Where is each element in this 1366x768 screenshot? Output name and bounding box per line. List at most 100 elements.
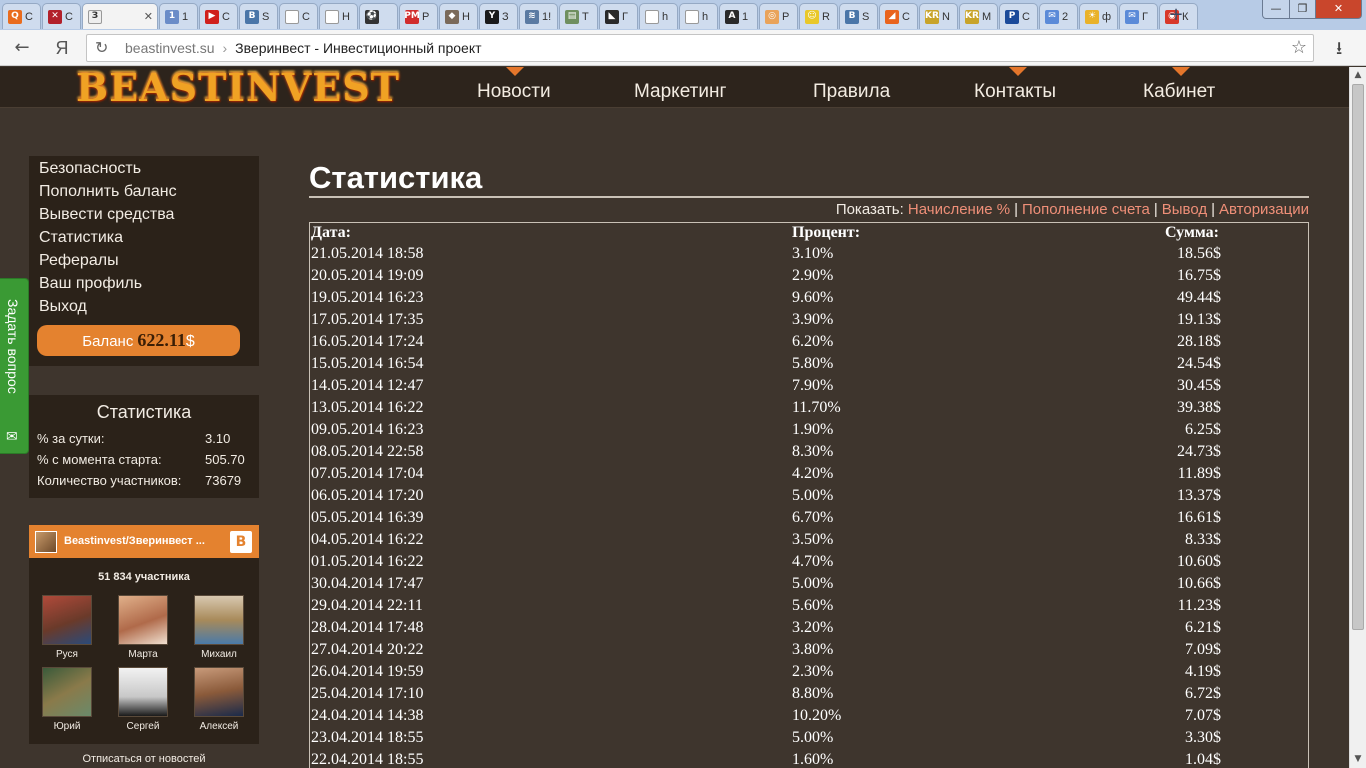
vk-group-avatar[interactable] <box>35 531 57 553</box>
filter-link-1[interactable]: Начисление % <box>908 201 1010 218</box>
yandex-button[interactable]: Я <box>50 36 74 60</box>
vk-members-count[interactable]: 51 834 участника <box>29 571 259 589</box>
browser-tab[interactable]: ✕ С <box>42 3 81 29</box>
vk-member[interactable]: Сергей <box>113 667 173 732</box>
tab-title: С <box>1022 10 1030 23</box>
browser-tab-strip: Q С ✕ С З ✕ 1 1 ▶ С В S С Н ⚽ PM Р ◆ Н Y З ≋ 1! ▤ Т ◣ Гh h A 1 ◎ Р ☺ R В S ◢… <box>0 0 1366 30</box>
vk-member-photo[interactable] <box>194 667 244 717</box>
vk-member-photo[interactable] <box>118 667 168 717</box>
browser-tab[interactable]: KR M <box>959 3 998 29</box>
vk-member-name[interactable]: Алексей <box>189 721 249 732</box>
table-header: Дата: Процент: Сумма: <box>310 223 1308 244</box>
vk-member-name[interactable]: Руся <box>37 649 97 660</box>
vk-member-name[interactable]: Михаил <box>189 649 249 660</box>
vk-member-photo[interactable] <box>42 595 92 645</box>
browser-tab[interactable]: ☺ R <box>799 3 838 29</box>
vk-member-photo[interactable] <box>194 595 244 645</box>
filter-link-3[interactable]: Вывод <box>1162 201 1207 218</box>
scrollbar-thumb[interactable] <box>1352 84 1364 630</box>
maximize-button[interactable]: ❐ <box>1289 0 1316 19</box>
table-body: 21.05.2014 18:58 3.10% 18.56$ 20.05.2014 19… <box>310 244 1308 768</box>
browser-tab[interactable]: ВS <box>839 3 878 29</box>
nav-link-2[interactable]: Маркетинг <box>634 81 726 103</box>
browser-tab[interactable]: ◎ Р <box>759 3 798 29</box>
vk-member[interactable]: Юрий <box>37 667 97 732</box>
scroll-down-arrow-icon[interactable]: ▼ <box>1350 751 1366 768</box>
browser-tab[interactable]: ▶ С <box>199 3 238 29</box>
stats-row: % за сутки: 3.10 <box>29 428 259 449</box>
vk-member-name[interactable]: Сергей <box>113 721 173 732</box>
bookmark-star-icon[interactable]: ☆ <box>1291 37 1307 58</box>
vk-member-name[interactable]: Марта <box>113 649 173 660</box>
account-menu-item[interactable]: Пополнить баланс <box>39 181 259 204</box>
vk-logo-icon[interactable]: В <box>230 531 252 553</box>
browser-tab[interactable]: KR N <box>919 3 958 29</box>
row-sum: 11.23$ <box>1177 597 1221 614</box>
browser-tab[interactable]: З ✕ <box>82 3 158 29</box>
browser-tab[interactable]: ◢ С <box>879 3 918 29</box>
site-logo[interactable]: BEASTINVEST <box>76 67 400 110</box>
browser-tab[interactable]: 11 <box>159 3 198 29</box>
vk-widget-header[interactable]: Beastinvest/Зверинвест ... В <box>29 525 259 558</box>
browser-tab[interactable]: ВS <box>239 3 278 29</box>
nav-link-4[interactable]: Контакты <box>974 81 1056 103</box>
tab-favicon-icon: В <box>245 9 259 24</box>
tab-close-icon[interactable]: ✕ <box>144 10 153 23</box>
tab-title: Г <box>1142 10 1148 23</box>
account-menu-item[interactable]: Ваш профиль <box>39 273 259 296</box>
close-window-button[interactable]: ✕ <box>1315 0 1362 19</box>
scroll-up-arrow-icon[interactable]: ▲ <box>1350 67 1366 84</box>
browser-tab[interactable]: QС <box>2 3 41 29</box>
account-menu-item[interactable]: Безопасность <box>39 158 259 181</box>
address-bar[interactable]: ↻ beastinvest.su › Зверинвест - Инвестицио… <box>86 34 1314 62</box>
filter-separator: | <box>1014 201 1018 218</box>
browser-tab[interactable]: h <box>639 3 678 29</box>
browser-tab[interactable]: YЗ <box>479 3 518 29</box>
browser-tab[interactable]: ✉ 2 <box>1039 3 1078 29</box>
table-row: 30.04.2014 17:47 5.00% 10.66$ <box>310 574 1308 596</box>
vk-member[interactable]: Михаил <box>189 595 249 660</box>
vk-member-photo[interactable] <box>42 667 92 717</box>
browser-tab[interactable]: PС <box>999 3 1038 29</box>
back-button[interactable]: ← <box>10 36 34 60</box>
account-menu-item[interactable]: Вывести средства <box>39 204 259 227</box>
browser-tab[interactable]: Н <box>319 3 358 29</box>
new-tab-button[interactable]: + <box>1166 5 1186 25</box>
ask-question-tab[interactable]: Задать вопрос ✉ <box>0 278 29 454</box>
tab-title: S <box>262 10 270 23</box>
account-menu-item[interactable]: Выход <box>39 296 259 319</box>
browser-tab[interactable]: ▤ Т <box>559 3 598 29</box>
browser-tab[interactable]: PM Р <box>399 3 438 29</box>
vk-unsubscribe-button[interactable]: Отписаться от новостей <box>29 744 259 768</box>
vk-group-name[interactable]: Beastinvest/Зверинвест ... <box>64 535 205 547</box>
vk-member-photo[interactable] <box>118 595 168 645</box>
browser-tab[interactable]: ☀ ф <box>1079 3 1118 29</box>
browser-tab[interactable]: h <box>679 3 718 29</box>
nav-link-5[interactable]: Кабинет <box>1143 81 1215 103</box>
nav-link-3[interactable]: Правила <box>813 81 890 103</box>
filter-link-2[interactable]: Пополнение счета <box>1022 201 1150 218</box>
downloads-icon[interactable]: ⭳ <box>1336 36 1342 66</box>
account-menu-item[interactable]: Рефералы <box>39 250 259 273</box>
reload-icon[interactable]: ↻ <box>95 38 108 57</box>
vk-member-name[interactable]: Юрий <box>37 721 97 732</box>
vk-member[interactable]: Руся <box>37 595 97 660</box>
nav-link-1[interactable]: Новости <box>477 81 551 103</box>
browser-tab[interactable]: ◣ Г <box>599 3 638 29</box>
tab-title: З <box>502 10 509 23</box>
minimize-button[interactable]: — <box>1262 0 1290 19</box>
url-text[interactable]: beastinvest.su › Зверинвест - Инвестиционн… <box>125 40 482 56</box>
account-menu-item[interactable]: Статистика <box>39 227 259 250</box>
browser-tab[interactable]: ◆ Н <box>439 3 478 29</box>
vk-member[interactable]: Марта <box>113 595 173 660</box>
balance-button[interactable]: Баланс 622.11$ <box>37 325 240 356</box>
filter-link-4[interactable]: Авторизации <box>1219 201 1309 218</box>
browser-tab[interactable]: ⚽ <box>359 3 398 29</box>
browser-tab[interactable]: ≋ 1! <box>519 3 558 29</box>
browser-tab[interactable]: A1 <box>719 3 758 29</box>
page-scrollbar[interactable]: ▲ ▼ <box>1349 67 1366 768</box>
vk-member[interactable]: Алексей <box>189 667 249 732</box>
browser-tab[interactable]: ✉ Г <box>1119 3 1158 29</box>
tab-title: 1! <box>542 10 552 23</box>
browser-tab[interactable]: С <box>279 3 318 29</box>
